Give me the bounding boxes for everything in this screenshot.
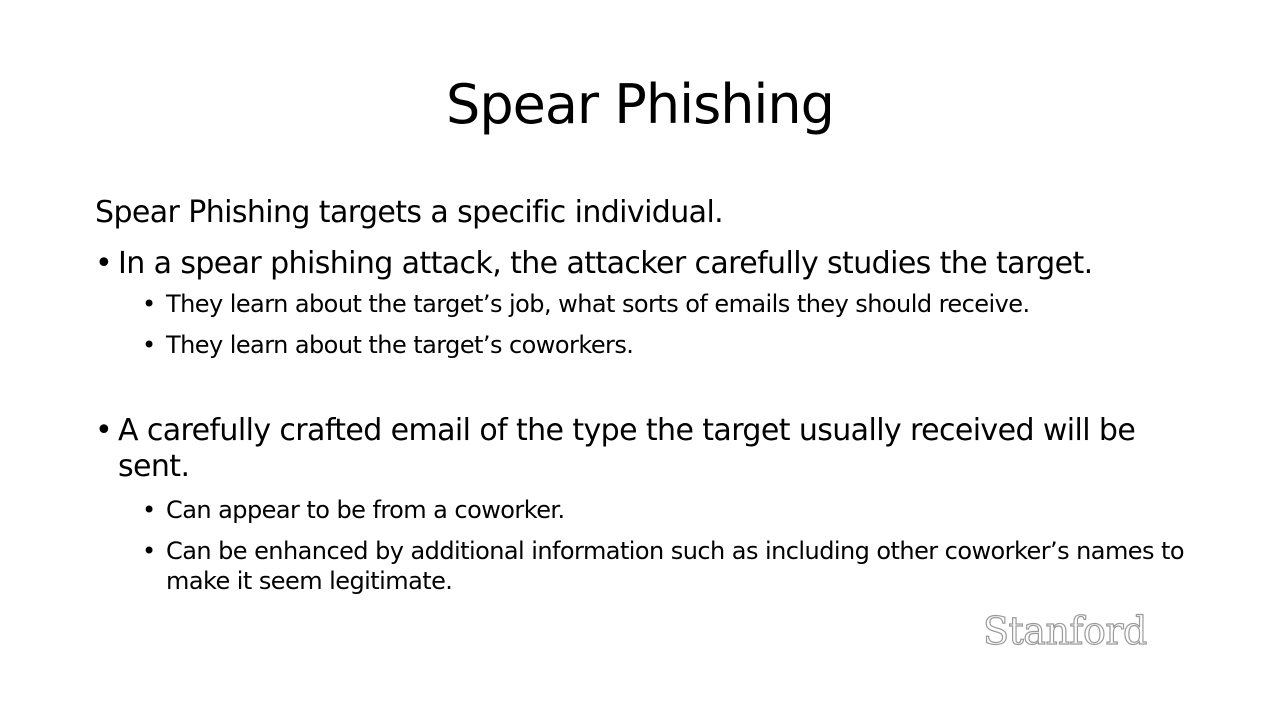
intro-text: Spear Phishing targets a specific indivi… [95,195,724,230]
bullet-icon: • [142,290,156,318]
sub-bullet-2-1: • Can appear to be from a coworker. [142,495,1202,525]
bullet-icon: • [142,331,156,359]
sub-bullet-1-1: • They learn about the target’s job, wha… [142,289,1202,319]
bullet-point-text: A carefully crafted email of the type th… [118,413,1136,484]
stanford-logo: Stanford [982,608,1148,653]
sub-bullet-text: Can appear to be from a coworker. [166,496,565,524]
bullet-icon: • [142,496,156,524]
sub-bullet-2-2: • Can be enhanced by additional informat… [142,536,1202,596]
bullet-icon: • [142,537,156,565]
slide: Spear Phishing Spear Phishing targets a … [0,0,1280,720]
sub-bullet-text: They learn about the target’s coworkers. [166,331,634,359]
bullet-point-text: In a spear phishing attack, the attacker… [118,246,1093,281]
slide-title: Spear Phishing [446,73,835,136]
sub-bullet-1-2: • They learn about the target’s coworker… [142,330,1202,360]
sub-bullet-text: Can be enhanced by additional informatio… [166,537,1185,595]
bullet-icon: • [95,413,113,448]
bullet-point-2: • A carefully crafted email of the type … [95,413,1175,485]
sub-bullet-text: They learn about the target’s job, what … [166,290,1030,318]
bullet-point-1: • In a spear phishing attack, the attack… [95,246,1175,282]
bullet-icon: • [95,246,113,281]
